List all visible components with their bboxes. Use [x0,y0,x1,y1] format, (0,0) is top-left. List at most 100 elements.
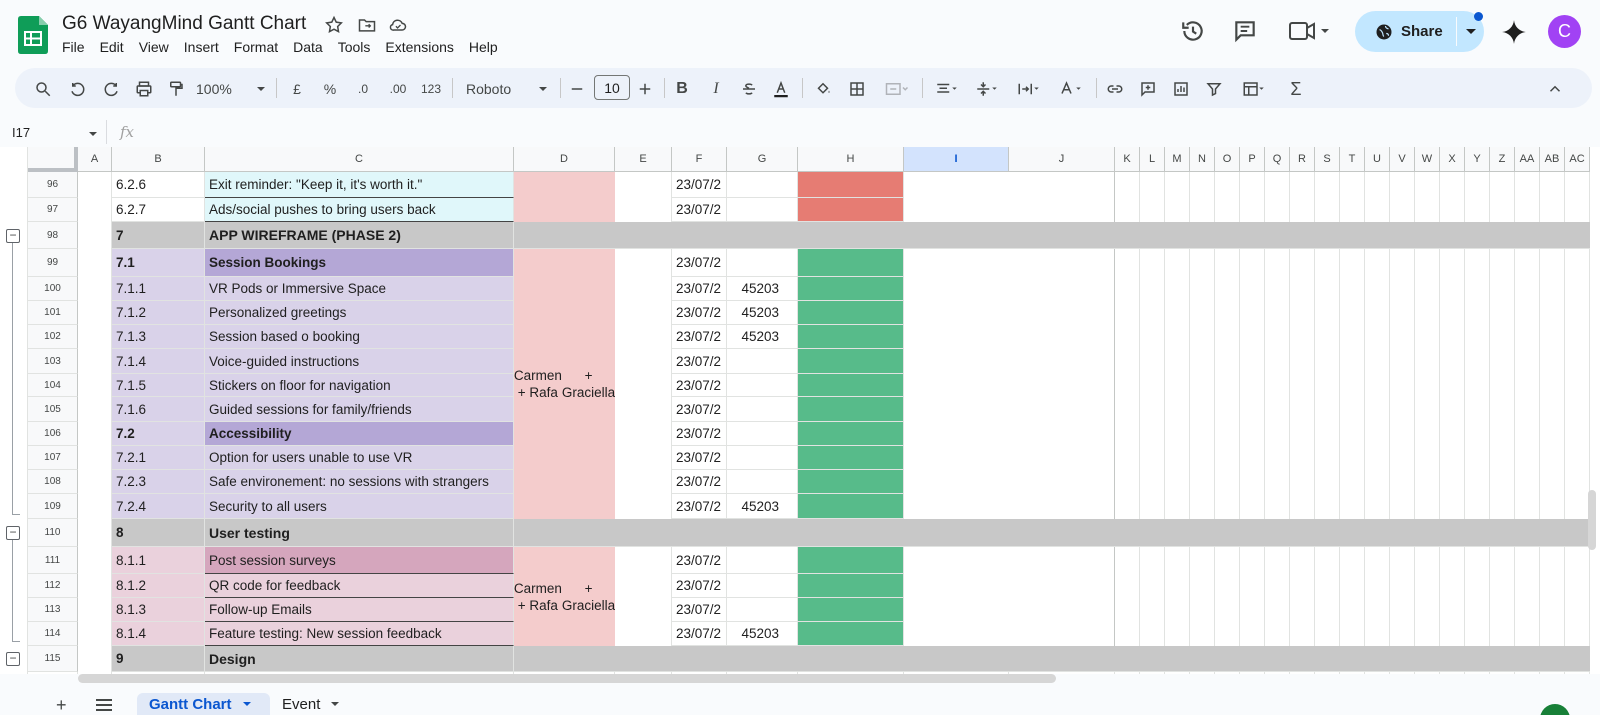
task-name-cell[interactable]: Safe environement: no sessions with stra… [205,470,514,494]
column-header-e[interactable]: E [615,147,672,172]
start-date-cell[interactable]: 23/07/2 [672,249,727,277]
column-ij-cell[interactable] [904,249,1115,519]
status-color-cell[interactable] [798,547,904,574]
status-color-cell[interactable] [798,325,904,349]
task-name-cell[interactable]: Feature testing: New session feedback [205,622,514,646]
task-id-cell[interactable]: 7.1.1 [112,277,205,301]
horizontal-align-icon[interactable] [930,78,964,100]
share-button[interactable]: Share [1355,11,1456,52]
task-id-cell[interactable]: 7.2 [112,422,205,446]
comments-icon[interactable] [1232,18,1258,44]
column-header-u[interactable]: U [1365,147,1390,172]
task-name-cell[interactable]: QR code for feedback [205,574,514,598]
column-header-g[interactable]: G [727,147,798,172]
end-date-cell[interactable]: 45203 [727,622,798,646]
task-name-cell[interactable]: Option for users unable to use VR [205,446,514,470]
column-header-r[interactable]: R [1290,147,1315,172]
task-id-cell[interactable]: 7.1.6 [112,397,205,422]
row-header-107[interactable]: 107 [28,446,78,470]
row-header-110[interactable]: 110 [28,519,78,547]
status-color-cell[interactable] [798,249,904,277]
decrease-decimal-button[interactable]: .0 [350,78,376,100]
increase-font-size-icon[interactable] [636,78,654,100]
task-name-cell[interactable]: APP WIREFRAME (PHASE 2) [205,222,514,249]
text-wrapping-icon[interactable] [1012,78,1046,100]
filter-icon[interactable] [1203,78,1225,100]
end-date-cell[interactable] [727,397,798,422]
status-color-cell[interactable] [798,198,904,222]
document-title[interactable]: G6 WayangMind Gantt Chart [62,13,306,35]
percent-format-button[interactable]: % [320,78,340,100]
task-id-cell[interactable]: 8 [112,519,205,547]
number-format-button[interactable]: 123 [418,78,444,100]
menu-file[interactable]: File [62,39,93,55]
text-rotation-icon[interactable] [1054,78,1088,100]
column-header-ac[interactable]: AC [1565,147,1590,172]
column-header-m[interactable]: M [1165,147,1190,172]
start-date-cell[interactable]: 23/07/2 [672,422,727,446]
end-date-cell[interactable] [727,198,798,222]
assignee-cell-merged[interactable]: Carmen + Rafa + Graciella [514,547,615,646]
task-name-cell[interactable]: Follow-up Emails [205,598,514,622]
task-id-cell[interactable]: 8.1.3 [112,598,205,622]
account-avatar[interactable]: C [1548,15,1581,48]
task-name-cell[interactable]: Guided sessions for family/friends [205,397,514,422]
row-header-104[interactable]: 104 [28,374,78,397]
end-date-cell[interactable]: 45203 [727,301,798,325]
row-header-101[interactable]: 101 [28,301,78,325]
status-color-cell[interactable] [798,301,904,325]
vertical-align-icon[interactable] [970,78,1004,100]
row-header-108[interactable]: 108 [28,470,78,494]
increase-decimal-button[interactable]: .00 [384,78,412,100]
start-date-cell[interactable]: 23/07/2 [672,446,727,470]
vertical-scrollbar[interactable] [1588,490,1596,550]
name-box[interactable]: I17 [12,125,30,140]
end-date-cell[interactable] [727,470,798,494]
strikethrough-icon[interactable] [738,78,760,100]
menu-edit[interactable]: Edit [100,39,132,55]
status-color-cell[interactable] [798,277,904,301]
task-name-cell[interactable]: Security to all users [205,494,514,519]
column-header-aa[interactable]: AA [1515,147,1540,172]
sheet-tab-gantt-chart[interactable]: Gantt Chart [137,693,270,715]
start-date-cell[interactable]: 23/07/2 [672,547,727,574]
column-header-h[interactable]: H [798,147,904,172]
column-e-cell[interactable] [615,547,672,646]
row-header-106[interactable]: 106 [28,422,78,446]
merge-cells-icon[interactable] [879,78,915,100]
column-header-x[interactable]: X [1440,147,1465,172]
row-header-99[interactable]: 99 [28,249,78,277]
row-header-105[interactable]: 105 [28,397,78,422]
column-header-b[interactable]: B [112,147,205,172]
undo-icon[interactable] [67,78,89,100]
row-header-111[interactable]: 111 [28,547,78,574]
column-header-z[interactable]: Z [1490,147,1515,172]
task-name-cell[interactable]: Ads/social pushes to bring users back [205,198,514,222]
version-history-icon[interactable] [1180,18,1206,44]
end-date-cell[interactable]: 45203 [727,325,798,349]
currency-format-button[interactable]: £ [287,78,307,100]
task-id-cell[interactable]: 7.1.2 [112,301,205,325]
start-date-cell[interactable]: 23/07/2 [672,622,727,646]
start-date-cell[interactable]: 23/07/2 [672,301,727,325]
row-header-98[interactable]: 98 [28,222,78,249]
column-header-f[interactable]: F [672,147,727,172]
column-header-d[interactable]: D [514,147,615,172]
start-date-cell[interactable]: 23/07/2 [672,598,727,622]
assignee-cell-merged[interactable] [514,172,615,222]
assignee-cell-merged[interactable]: Carmen + Rafa + Graciella [514,249,615,519]
insert-comment-icon[interactable] [1137,78,1159,100]
end-date-cell[interactable] [727,446,798,470]
task-id-cell[interactable]: 7.1 [112,249,205,277]
font-size-input[interactable]: 10 [594,75,630,100]
add-sheet-button[interactable]: + [56,695,67,715]
menu-insert[interactable]: Insert [184,39,227,55]
explore-button[interactable] [1540,704,1570,715]
column-header-ab[interactable]: AB [1540,147,1565,172]
status-color-cell[interactable] [798,622,904,646]
task-id-cell[interactable]: 8.1.4 [112,622,205,646]
column-header-o[interactable]: O [1215,147,1240,172]
start-date-cell[interactable]: 23/07/2 [672,198,727,222]
all-sheets-icon[interactable] [95,697,113,713]
task-name-cell[interactable]: User testing [205,519,514,547]
